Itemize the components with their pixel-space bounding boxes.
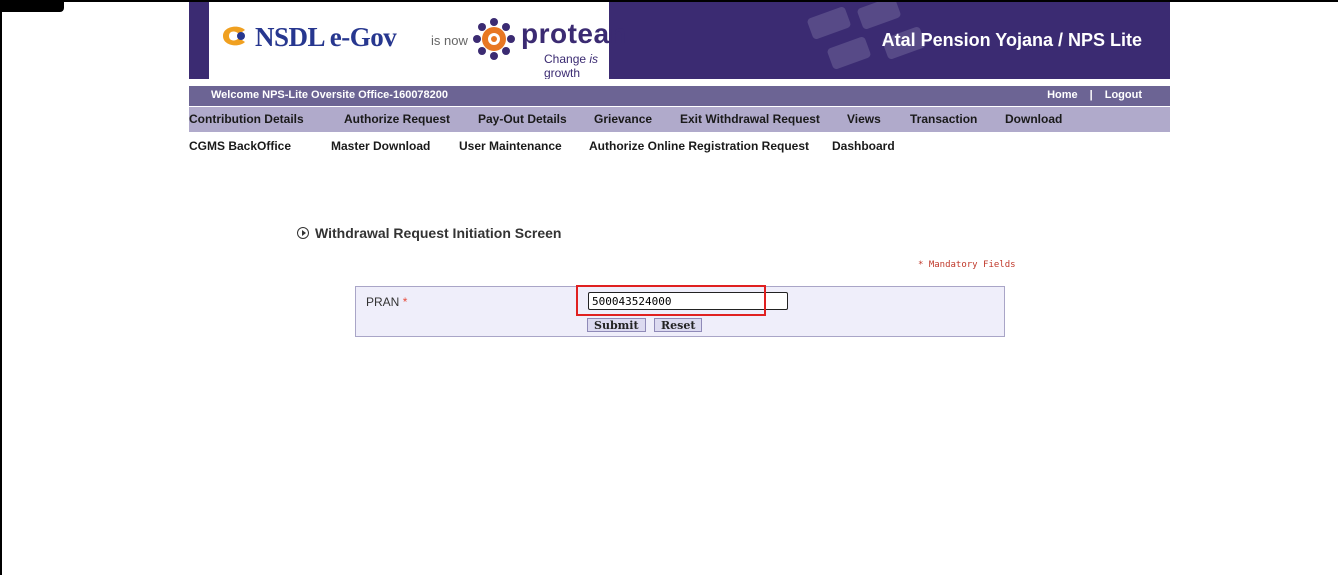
nav-master-download[interactable]: Master Download bbox=[331, 139, 430, 153]
nav-authorize-online-registration[interactable]: Authorize Online Registration Request bbox=[589, 139, 809, 153]
nav-transaction[interactable]: Transaction bbox=[910, 112, 977, 126]
corner-tag bbox=[0, 0, 64, 12]
nav-download[interactable]: Download bbox=[1005, 112, 1062, 126]
protean-tagline: Change is growth bbox=[544, 52, 609, 79]
pran-label-text: PRAN bbox=[366, 295, 400, 309]
protean-tagline-start: Change bbox=[544, 52, 590, 66]
logo-area: NSDL e-Gov is now protean Change is grow… bbox=[209, 2, 627, 79]
mandatory-fields-note: * Mandatory Fields bbox=[918, 260, 1016, 270]
protean-brand: protean bbox=[521, 18, 628, 49]
top-links: Home | Logout bbox=[1047, 89, 1142, 101]
home-link[interactable]: Home bbox=[1047, 89, 1078, 101]
welcome-bar: Welcome NPS-Lite Oversite Office-1600782… bbox=[189, 86, 1170, 106]
nav-cgms-backoffice[interactable]: CGMS BackOffice bbox=[189, 139, 291, 153]
required-marker: * bbox=[402, 295, 408, 309]
screen-frame-left bbox=[0, 0, 2, 575]
nav-exit-withdrawal-request[interactable]: Exit Withdrawal Request bbox=[680, 112, 820, 126]
nav-contribution-details[interactable]: Contribution Details bbox=[189, 112, 304, 126]
app-title: Atal Pension Yojana / NPS Lite bbox=[881, 30, 1142, 50]
nav-dashboard[interactable]: Dashboard bbox=[832, 139, 895, 153]
welcome-text: Welcome NPS-Lite Oversite Office-1600782… bbox=[211, 89, 449, 101]
nsdl-logo-icon bbox=[223, 26, 245, 46]
link-separator: | bbox=[1089, 89, 1093, 101]
page-title-text: Withdrawal Request Initiation Screen bbox=[315, 225, 562, 241]
logout-link[interactable]: Logout bbox=[1105, 89, 1142, 101]
is-now-text: is now bbox=[431, 33, 468, 48]
pran-highlight-box bbox=[576, 285, 766, 316]
nav-views[interactable]: Views bbox=[847, 112, 881, 126]
header-banner: NSDL e-Gov is now protean Change is grow… bbox=[189, 2, 1170, 79]
nsdl-brand: NSDL e-Gov bbox=[255, 22, 397, 53]
secondary-nav: CGMS BackOffice Master Download User Mai… bbox=[189, 134, 1170, 159]
nav-user-maintenance[interactable]: User Maintenance bbox=[459, 139, 562, 153]
nav-grievance[interactable]: Grievance bbox=[594, 112, 652, 126]
protean-tagline-is: is bbox=[589, 52, 599, 66]
nav-payout-details[interactable]: Pay-Out Details bbox=[478, 112, 567, 126]
reset-button[interactable]: Reset bbox=[654, 318, 703, 332]
nsdl-brand-egov: e-Gov bbox=[329, 22, 397, 52]
submit-button[interactable]: Submit bbox=[587, 318, 646, 332]
nsdl-brand-name: NSDL bbox=[255, 22, 330, 52]
nav-authorize-request[interactable]: Authorize Request bbox=[344, 112, 450, 126]
primary-nav: Contribution Details Authorize Request P… bbox=[189, 107, 1170, 132]
circle-arrow-icon bbox=[297, 227, 309, 240]
protean-logo-icon bbox=[473, 18, 515, 60]
pran-label: PRAN * bbox=[366, 295, 407, 309]
page-title: Withdrawal Request Initiation Screen bbox=[297, 225, 561, 241]
protean-tagline-end: growth bbox=[544, 66, 581, 79]
